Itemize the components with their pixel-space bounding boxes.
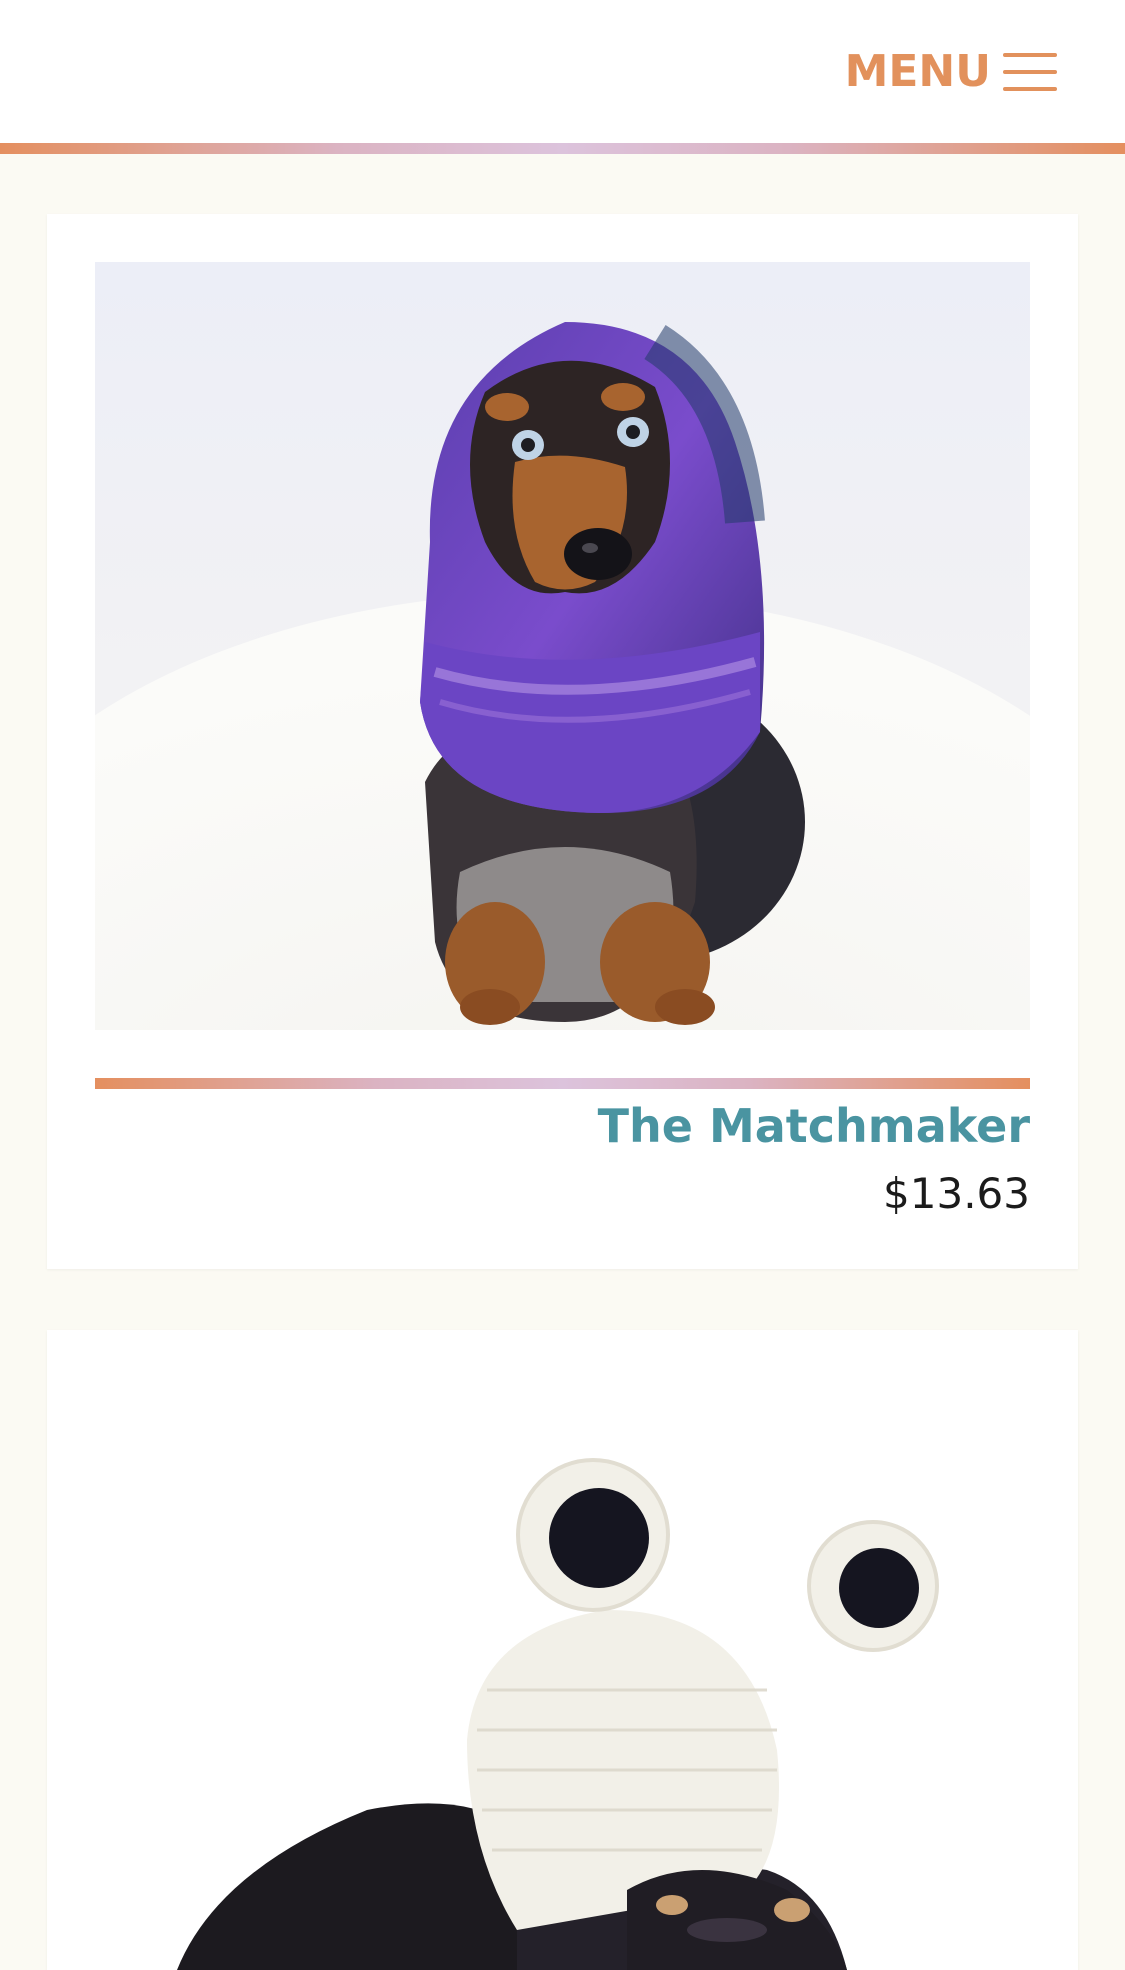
product-price: $13.63: [883, 1169, 1030, 1218]
dog-panda-hat-photo: [47, 1330, 1078, 1970]
hamburger-icon: [1003, 53, 1057, 91]
product-divider: [95, 1078, 1030, 1089]
site-header: MENU: [0, 0, 1125, 143]
menu-label: MENU: [844, 46, 991, 97]
header-divider: [0, 143, 1125, 154]
product-image-link[interactable]: [95, 262, 1030, 1030]
dachshund-snood-photo: [95, 262, 1030, 1030]
product-card: The Matchmaker $13.63: [47, 214, 1078, 1269]
product-image-link[interactable]: [47, 1330, 1078, 1970]
product-card: [47, 1330, 1078, 1970]
product-title-link[interactable]: The Matchmaker: [598, 1094, 1030, 1158]
menu-button[interactable]: MENU: [845, 44, 1057, 100]
